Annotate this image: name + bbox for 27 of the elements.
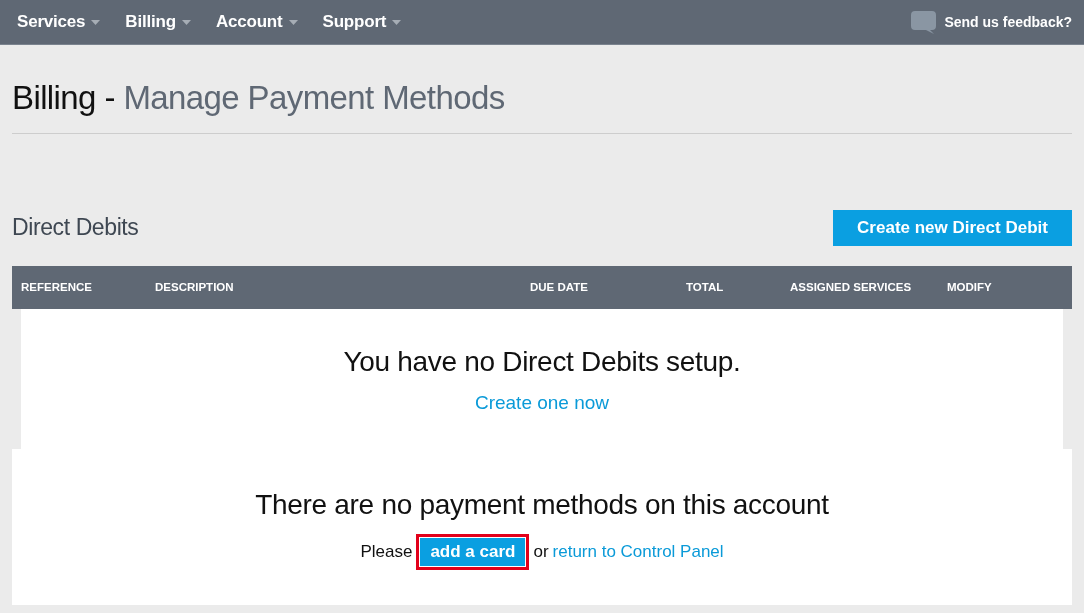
nav-menu-item[interactable]: Services <box>17 9 101 35</box>
no-payment-methods-message: There are no payment methods on this account <box>254 488 830 522</box>
page-title-section: Billing - <box>12 79 115 116</box>
column-header: TOTAL <box>686 280 724 293</box>
column-header: DUE DATE <box>530 280 588 293</box>
section-heading: Direct Debits <box>12 214 139 242</box>
column-header: REFERENCE <box>21 280 92 293</box>
add-card-button[interactable]: add a card <box>420 538 526 566</box>
empty-state-message: You have no Direct Debits setup. <box>342 345 742 379</box>
caret-icon <box>181 19 191 25</box>
page-title: Manage Payment Methods <box>123 79 505 116</box>
speech-bubble-icon <box>911 10 937 34</box>
connector-text: or <box>533 541 549 564</box>
column-header: ASSIGNED SERVICES <box>790 280 912 293</box>
column-header: DESCRIPTION <box>155 280 234 293</box>
nav-menu-item[interactable]: Support <box>322 9 402 35</box>
caret-icon <box>288 19 298 25</box>
column-header: MODIFY <box>947 280 992 293</box>
return-to-control-panel-link[interactable]: return to Control Panel <box>552 539 724 565</box>
create-one-now-link[interactable]: Create one now <box>474 389 610 418</box>
feedback-link[interactable]: Send us feedback? <box>944 11 1072 33</box>
nav-menu-item[interactable]: Billing <box>125 9 191 35</box>
create-direct-debit-button[interactable]: Create new Direct Debit <box>833 210 1072 246</box>
caret-icon <box>91 19 101 25</box>
nav-menu-item[interactable]: Account <box>215 9 298 35</box>
caret-icon <box>392 19 402 25</box>
prompt-text: Please <box>360 541 413 564</box>
